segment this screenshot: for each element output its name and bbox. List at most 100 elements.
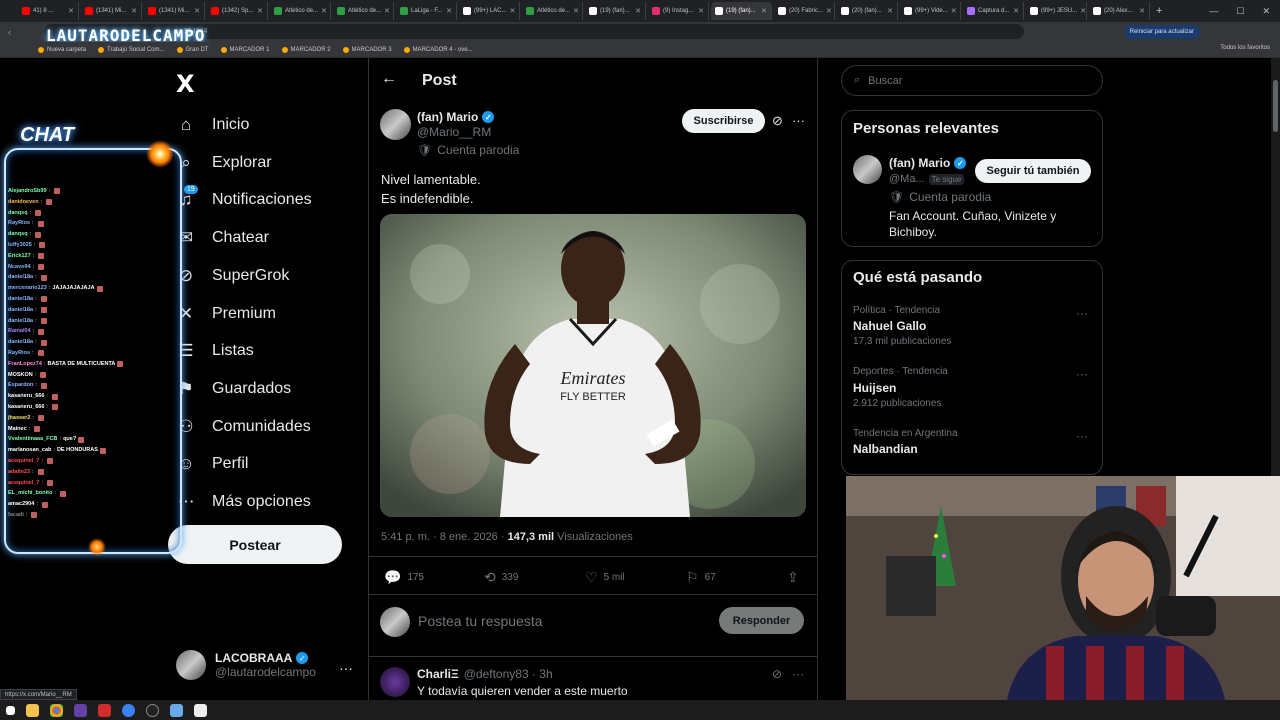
grok-icon[interactable]: ⊘	[772, 667, 782, 681]
browser-tab[interactable]: (9) Instag... ✕	[648, 2, 709, 20]
more-icon[interactable]: ···	[792, 113, 805, 128]
like-action[interactable]: ♡ 5 mil	[585, 569, 625, 586]
sidebar-item-supergrok[interactable]: ⊘ SuperGrok	[176, 264, 290, 288]
sidebar-item-premium[interactable]: ✕ Premium	[176, 302, 276, 326]
bookmark-action[interactable]: ⚐ 67	[686, 569, 716, 586]
start-icon[interactable]	[6, 705, 15, 715]
browser-tab[interactable]: (1341) Mi... ✕	[144, 2, 205, 20]
chrome-icon[interactable]	[50, 703, 63, 717]
bookmark-item[interactable]: MARCADOR 1	[220, 46, 270, 53]
tab-close-icon[interactable]: ✕	[446, 7, 452, 15]
bookmark-item[interactable]: MARCADOR 2	[281, 46, 331, 53]
grok-icon[interactable]: ⊘	[772, 113, 783, 129]
app-icon[interactable]	[170, 703, 183, 717]
sidebar-item-chatear[interactable]: ✉ Chatear	[176, 226, 269, 250]
browser-tab[interactable]: (20) Alex... ✕	[1089, 2, 1150, 20]
tab-close-icon[interactable]: ✕	[1013, 7, 1019, 15]
tab-close-icon[interactable]: ✕	[68, 7, 74, 15]
sidebar-item-perfil[interactable]: ☺ Perfil	[176, 452, 248, 476]
comment-avatar[interactable]	[380, 667, 410, 697]
browser-tab[interactable]: (19) (fan)... ✕	[585, 2, 646, 20]
author-avatar[interactable]	[380, 109, 411, 140]
sidebar-item-guardados[interactable]: ⚑ Guardados	[176, 377, 291, 401]
app-icon[interactable]	[122, 703, 135, 717]
browser-tab[interactable]: 41) 8 ... ✕	[18, 2, 79, 20]
trend-name[interactable]: Nahuel Gallo	[853, 319, 926, 333]
tab-close-icon[interactable]: ✕	[257, 7, 263, 15]
post-timestamp[interactable]: 5:41 p. m. · 8 ene. 2026 ·	[381, 531, 505, 543]
account-switcher[interactable]: LACOBRAAA ✓ @lautarodelcampo	[176, 650, 316, 680]
browser-tab[interactable]: (19) (fan)... ✕	[711, 2, 772, 20]
comment-author[interactable]: CharliΞ	[417, 667, 459, 681]
reply-button[interactable]: Responder	[719, 607, 804, 634]
bookmark-item[interactable]: Nueva carpeta	[38, 46, 86, 53]
tab-close-icon[interactable]: ✕	[321, 7, 327, 15]
twitch-icon[interactable]	[74, 703, 87, 717]
tab-close-icon[interactable]: ✕	[384, 7, 390, 15]
author-name-row[interactable]: (fan) Mario ✓	[417, 110, 495, 124]
browser-tab[interactable]: (99+) JESU... ✕	[1026, 2, 1087, 20]
tab-close-icon[interactable]: ✕	[510, 7, 516, 15]
browser-tab[interactable]: (99+) LAC... ✕	[459, 2, 520, 20]
tab-close-icon[interactable]: ✕	[131, 7, 137, 15]
follow-back-button[interactable]: Seguir tú también	[975, 159, 1091, 183]
bookmark-item[interactable]: MARCADOR 3	[342, 46, 392, 53]
more-icon[interactable]: ···	[792, 667, 804, 681]
folder-icon[interactable]	[26, 703, 39, 717]
trend-more-icon[interactable]: ···	[1076, 429, 1088, 443]
maximize-icon[interactable]: ☐	[1236, 6, 1244, 17]
browser-tab[interactable]: (99+) Vide... ✕	[900, 2, 961, 20]
all-favorites-link[interactable]: Todos los favoritos	[1220, 45, 1270, 51]
post-image[interactable]: Emirates FLY BETTER	[380, 214, 806, 517]
browser-tab[interactable]: LaLiga - F... ✕	[396, 2, 457, 20]
browser-tab[interactable]: Atlético de... ✕	[522, 2, 583, 20]
tab-close-icon[interactable]: ✕	[573, 7, 579, 15]
relevant-handle[interactable]: @Ma...	[889, 173, 925, 185]
browser-tab[interactable]: (1342) Sp... ✕	[207, 2, 268, 20]
update-browser-button[interactable]: Reiniciar para actualizar	[1123, 25, 1200, 39]
subscribe-button[interactable]: Suscribirse	[682, 109, 765, 133]
scrollbar-thumb[interactable]	[1273, 80, 1278, 132]
tab-close-icon[interactable]: ✕	[951, 7, 957, 15]
browser-tab[interactable]: Atlético de... ✕	[333, 2, 394, 20]
tab-close-icon[interactable]: ✕	[887, 7, 893, 15]
reply-input[interactable]: Postea tu respuesta	[418, 613, 543, 629]
bookmark-item[interactable]: Trabajo Social Com...	[98, 46, 165, 53]
browser-tab[interactable]: Captura d... ✕	[963, 2, 1024, 20]
sidebar-item-comunidades[interactable]: ⚇ Comunidades	[176, 415, 310, 439]
minimize-icon[interactable]: —	[1209, 6, 1218, 16]
share-action[interactable]: ⇪	[787, 569, 799, 586]
relevant-avatar[interactable]	[853, 155, 882, 184]
tab-close-icon[interactable]: ✕	[826, 7, 832, 15]
trend-more-icon[interactable]: ···	[1076, 367, 1088, 381]
back-nav-icon[interactable]: ‹	[8, 27, 11, 37]
relevant-name-row[interactable]: (fan) Mario ✓	[889, 156, 967, 170]
comment-handle[interactable]: @deftony83 · 3h	[464, 667, 553, 681]
app-icon[interactable]	[194, 703, 207, 717]
app-icon[interactable]	[98, 703, 111, 717]
tab-close-icon[interactable]: ✕	[1139, 7, 1145, 15]
back-arrow-icon[interactable]: ←	[381, 70, 397, 88]
trend-name[interactable]: Nalbandian	[853, 442, 918, 456]
browser-tab[interactable]: (20) (fan)... ✕	[837, 2, 898, 20]
close-window-icon[interactable]: ✕	[1262, 6, 1270, 17]
account-more-icon[interactable]: ···	[339, 660, 353, 676]
sidebar-item-m-s-opciones[interactable]: ⋯ Más opciones	[176, 490, 311, 514]
browser-tab[interactable]: Atlético de... ✕	[270, 2, 331, 20]
post-button[interactable]: Postear	[168, 525, 342, 564]
sidebar-item-explorar[interactable]: ⌕ Explorar	[176, 151, 271, 175]
sidebar-item-inicio[interactable]: ⌂ Inicio	[176, 113, 250, 137]
tab-close-icon[interactable]: ✕	[1080, 7, 1086, 15]
trend-name[interactable]: Huijsen	[853, 381, 896, 395]
tab-close-icon[interactable]: ✕	[635, 7, 641, 15]
bookmark-item[interactable]: Gran DT	[176, 46, 209, 53]
new-tab-button[interactable]: +	[1156, 5, 1162, 17]
browser-tab[interactable]: (20) Fabric... ✕	[774, 2, 835, 20]
search-input[interactable]: ⌕ Buscar	[841, 65, 1103, 96]
tab-close-icon[interactable]: ✕	[194, 7, 200, 15]
repost-action[interactable]: ⟲ 339	[484, 569, 518, 586]
author-handle[interactable]: @Mario__RM	[417, 125, 491, 139]
tab-close-icon[interactable]: ✕	[761, 7, 767, 15]
reply-action[interactable]: 💬 175	[384, 569, 424, 586]
browser-tab[interactable]: (1341) Mi... ✕	[81, 2, 142, 20]
